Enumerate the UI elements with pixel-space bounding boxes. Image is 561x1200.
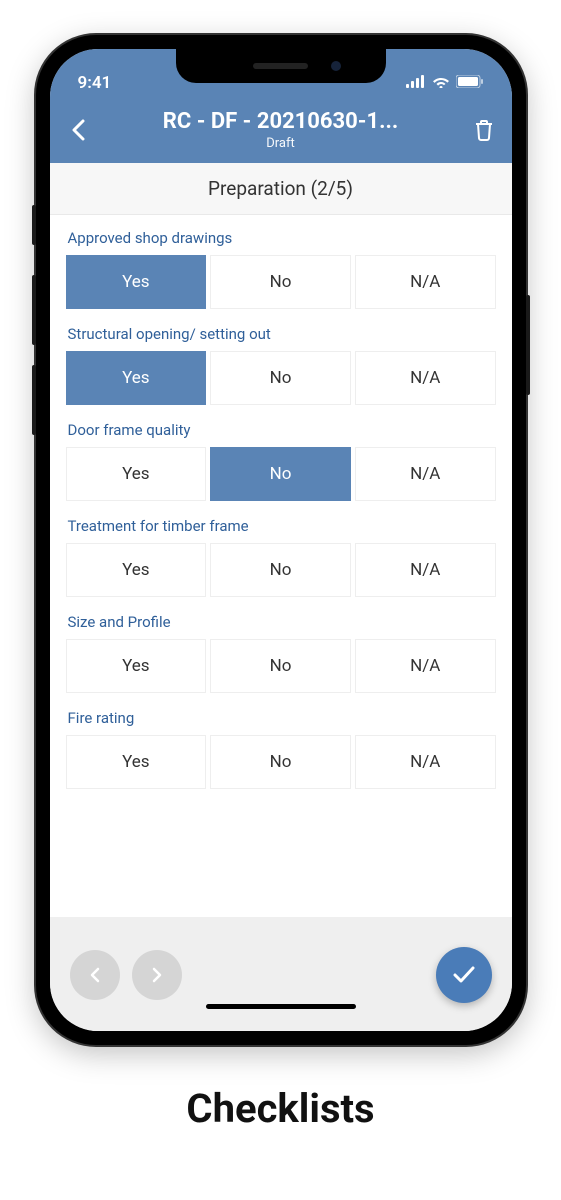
cellular-icon: [406, 73, 426, 93]
question-label: Structural opening/ setting out: [68, 325, 496, 343]
option-na[interactable]: N/A: [355, 351, 496, 405]
option-group: YesNoN/A: [66, 543, 496, 597]
option-yes[interactable]: Yes: [66, 255, 207, 309]
option-group: YesNoN/A: [66, 639, 496, 693]
option-yes[interactable]: Yes: [66, 639, 207, 693]
option-na[interactable]: N/A: [355, 639, 496, 693]
option-na[interactable]: N/A: [355, 447, 496, 501]
side-button: [32, 205, 36, 245]
option-no[interactable]: No: [210, 735, 351, 789]
notch: [176, 49, 386, 83]
power-button: [526, 295, 530, 395]
option-no[interactable]: No: [210, 255, 351, 309]
option-group: YesNoN/A: [66, 351, 496, 405]
question-label: Door frame quality: [68, 421, 496, 439]
question-item: Structural opening/ setting out YesNoN/A: [66, 325, 496, 405]
phone-mockup: 9:41 RC - DF - 20210630-1... Draft: [36, 35, 526, 1045]
caption: Checklists: [186, 1085, 374, 1132]
question-label: Approved shop drawings: [68, 229, 496, 247]
option-yes[interactable]: Yes: [66, 447, 207, 501]
back-button[interactable]: [64, 119, 92, 141]
delete-button[interactable]: [470, 119, 498, 141]
footer-nav: [50, 917, 512, 1031]
option-group: YesNoN/A: [66, 735, 496, 789]
option-yes[interactable]: Yes: [66, 735, 207, 789]
option-na[interactable]: N/A: [355, 543, 496, 597]
option-no[interactable]: No: [210, 543, 351, 597]
home-indicator: [206, 1004, 356, 1009]
question-item: Fire rating YesNoN/A: [66, 709, 496, 789]
question-item: Door frame quality YesNoN/A: [66, 421, 496, 501]
page-title: RC - DF - 20210630-1...: [92, 109, 470, 134]
question-label: Treatment for timber frame: [68, 517, 496, 535]
option-yes[interactable]: Yes: [66, 543, 207, 597]
wifi-icon: [432, 73, 450, 93]
option-group: YesNoN/A: [66, 255, 496, 309]
option-no[interactable]: No: [210, 639, 351, 693]
section-title: Preparation (2/5): [50, 163, 512, 215]
option-na[interactable]: N/A: [355, 735, 496, 789]
question-label: Fire rating: [68, 709, 496, 727]
battery-icon: [456, 73, 484, 93]
volume-down-button: [32, 365, 36, 435]
status-time: 9:41: [78, 73, 112, 93]
option-no[interactable]: No: [210, 447, 351, 501]
question-label: Size and Profile: [68, 613, 496, 631]
app-header: RC - DF - 20210630-1... Draft: [50, 99, 512, 163]
checklist-content: Approved shop drawingsYesNoN/AStructural…: [50, 215, 512, 917]
question-item: Treatment for timber frame YesNoN/A: [66, 517, 496, 597]
confirm-button[interactable]: [436, 947, 492, 1003]
option-yes[interactable]: Yes: [66, 351, 207, 405]
volume-up-button: [32, 275, 36, 345]
question-item: Size and Profile YesNoN/A: [66, 613, 496, 693]
next-button[interactable]: [132, 950, 182, 1000]
question-item: Approved shop drawings YesNoN/A: [66, 229, 496, 309]
option-no[interactable]: No: [210, 351, 351, 405]
prev-button[interactable]: [70, 950, 120, 1000]
option-group: YesNoN/A: [66, 447, 496, 501]
option-na[interactable]: N/A: [355, 255, 496, 309]
page-subtitle: Draft: [92, 136, 470, 151]
